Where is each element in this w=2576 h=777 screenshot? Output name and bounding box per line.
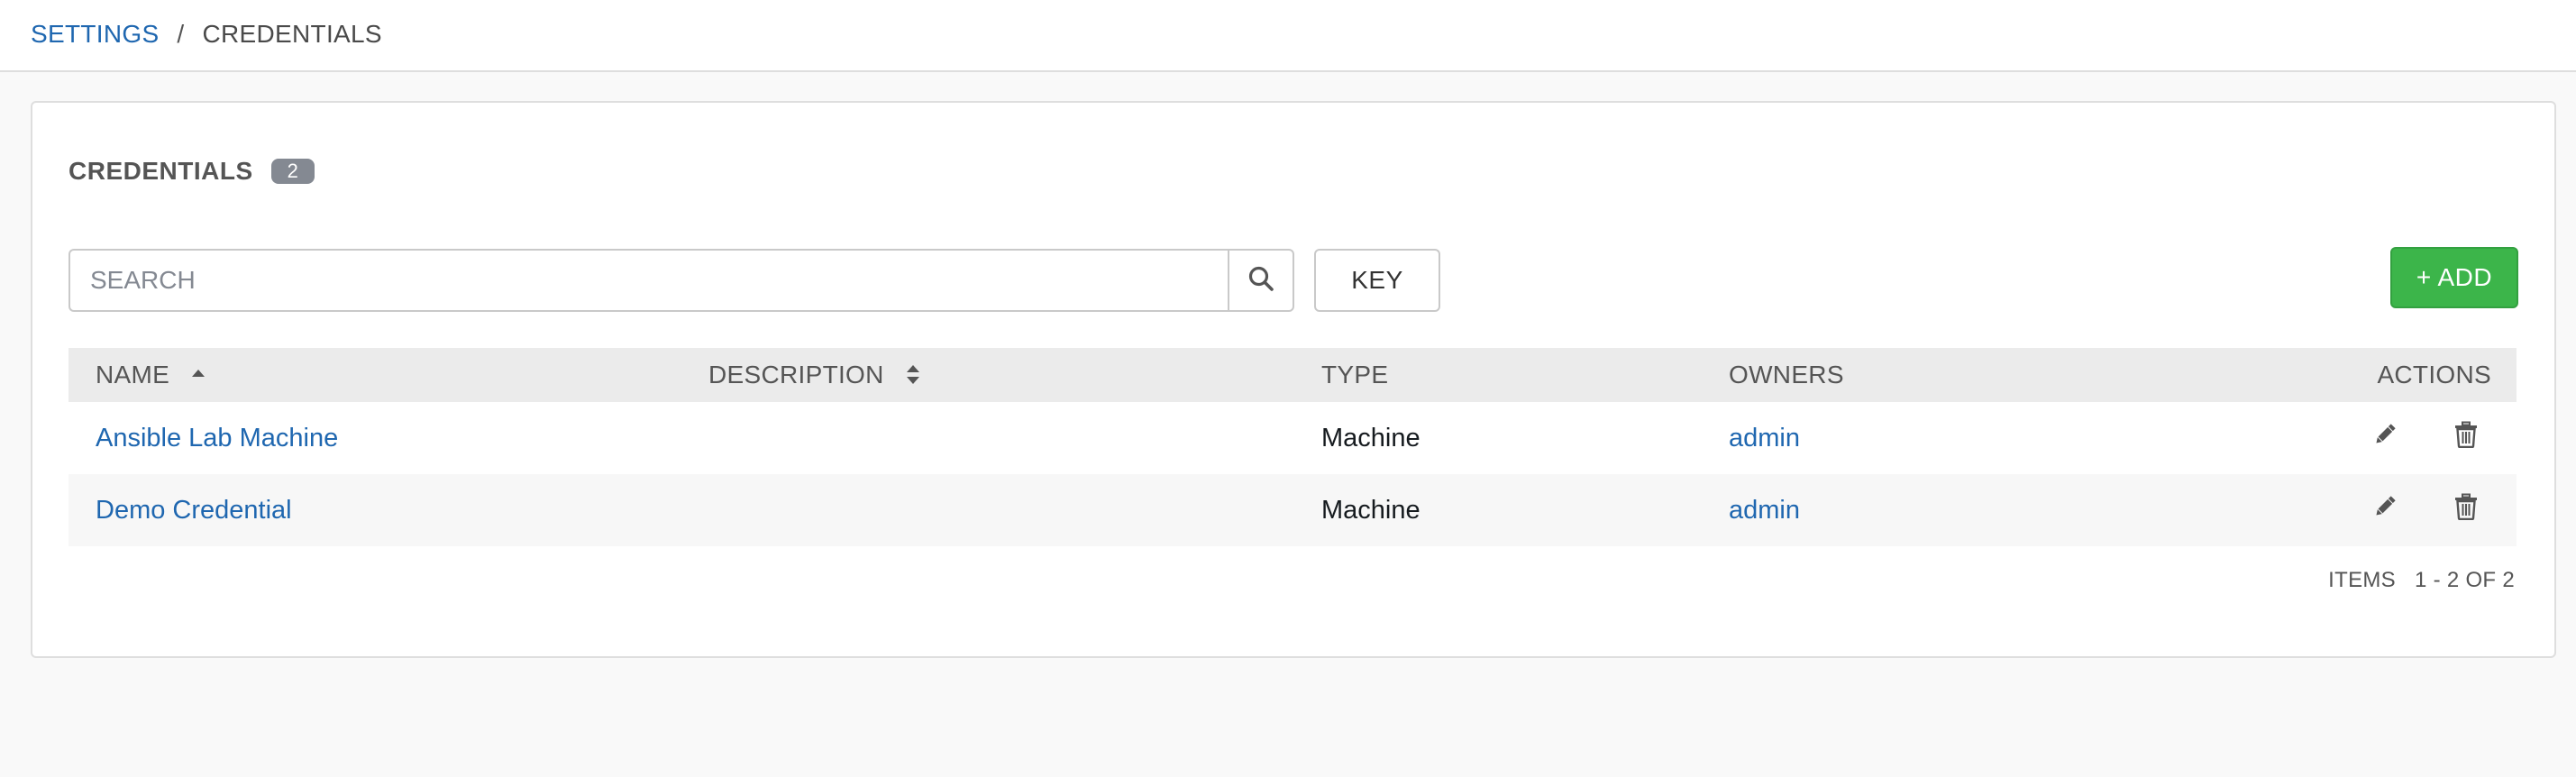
column-label-type: TYPE [1321,361,1389,388]
breadcrumb-separator: / [177,20,185,48]
trash-icon [2454,421,2478,455]
pagination-label: ITEMS [2328,568,2396,592]
pencil-icon [2371,421,2398,455]
panel-header: CREDENTIALS 2 [69,157,315,186]
edit-button[interactable] [2365,418,2405,458]
search-input[interactable] [69,249,1228,312]
count-badge: 2 [270,159,315,184]
credential-type: Machine [1321,423,1420,452]
column-label-name: NAME [96,361,170,388]
delete-button[interactable] [2446,490,2486,530]
pagination-info: ITEMS 1 - 2 OF 2 [2328,568,2515,593]
credential-owner-link[interactable]: admin [1729,402,1800,474]
sort-icon[interactable] [906,362,920,388]
edit-button[interactable] [2365,490,2405,530]
column-header-owners: OWNERS [1729,348,1844,402]
column-label-description: DESCRIPTION [708,361,884,388]
search-button[interactable] [1228,249,1294,312]
breadcrumb-settings-link[interactable]: SETTINGS [31,20,159,49]
search-icon [1247,265,1274,297]
table-row: Ansible Lab Machine Machine admin [69,402,2517,474]
credentials-panel: CREDENTIALS 2 KEY + ADD NAME [31,101,2556,658]
column-label-actions: ACTIONS [2377,361,2491,388]
credentials-table: NAME DESCRIPTION TYPE OWNERS ACTIONS Ans… [69,348,2517,546]
column-header-description[interactable]: DESCRIPTION [708,348,920,402]
add-button[interactable]: + ADD [2390,247,2518,308]
credential-type: Machine [1321,495,1420,525]
pencil-icon [2371,493,2398,527]
breadcrumb: SETTINGS / CREDENTIALS [31,20,382,49]
column-header-name[interactable]: NAME [96,348,206,402]
table-row: Demo Credential Machine admin [69,474,2517,546]
search-group [69,249,1327,312]
breadcrumb-current: CREDENTIALS [202,20,382,48]
pagination-range: 1 - 2 OF 2 [2414,568,2515,592]
column-header-actions: ACTIONS [2377,348,2491,402]
column-label-owners: OWNERS [1729,361,1844,388]
panel-title: CREDENTIALS [69,157,253,185]
row-actions [2365,402,2517,474]
trash-icon [2454,493,2478,527]
top-bar: SETTINGS / CREDENTIALS [0,0,2576,72]
credential-owner-link[interactable]: admin [1729,474,1800,546]
column-header-type: TYPE [1321,348,1388,402]
key-button[interactable]: KEY [1314,249,1440,312]
table-header: NAME DESCRIPTION TYPE OWNERS ACTIONS [69,348,2517,402]
delete-button[interactable] [2446,418,2486,458]
credential-name-link[interactable]: Demo Credential [96,474,292,546]
credential-name-link[interactable]: Ansible Lab Machine [96,402,338,474]
sort-ascending-icon[interactable] [191,366,206,384]
row-actions [2365,474,2517,546]
